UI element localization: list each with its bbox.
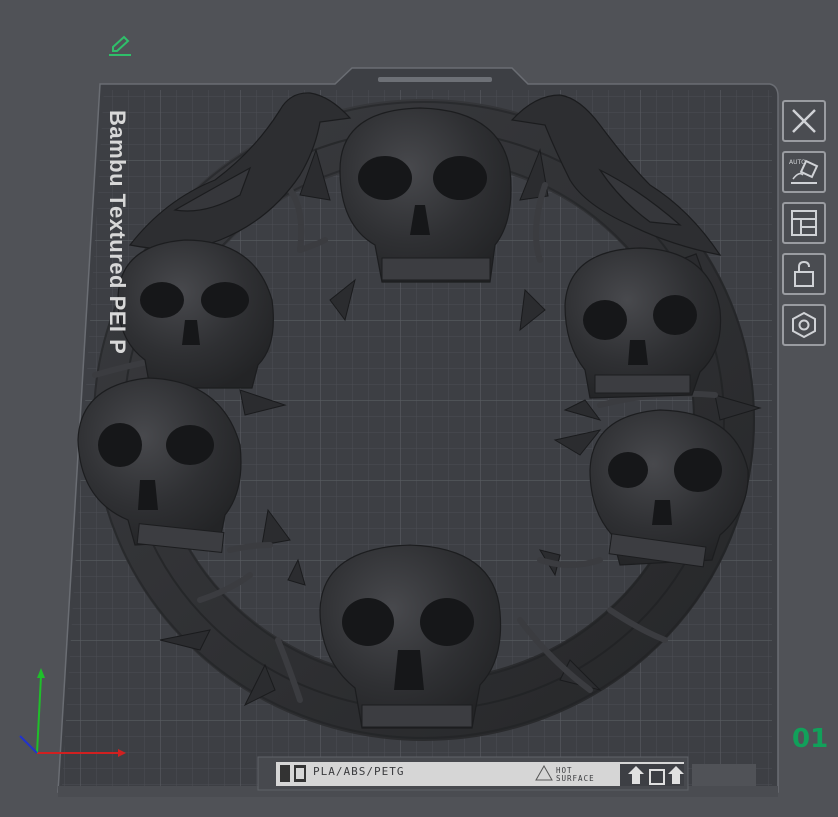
plate-settings-icon	[792, 311, 816, 339]
plate-toolbar: AUTO	[782, 100, 830, 355]
hot-surface-text: HOT SURFACE	[556, 766, 595, 783]
auto-orient-icon: AUTO	[789, 159, 819, 184]
pencil-icon	[109, 35, 131, 56]
bed-materials-text: PLA/ABS/PETG	[313, 765, 405, 778]
3d-viewport[interactable]: Bambu Textured PEI P PLA/ABS/PETG HOT SU…	[0, 0, 838, 817]
auto-orient-button[interactable]: AUTO	[782, 151, 826, 193]
edit-plate-name-button[interactable]	[106, 34, 134, 58]
arrange-button[interactable]	[782, 202, 826, 244]
bed-brand-text: Bambu Textured PEI P	[105, 110, 130, 355]
arrange-icon	[791, 210, 817, 236]
close-icon	[792, 109, 816, 133]
lock-icon	[794, 260, 814, 287]
plate-settings-button[interactable]	[782, 304, 826, 346]
skull-right-upper	[564, 247, 722, 399]
lock-plate-button[interactable]	[782, 253, 826, 295]
remove-plate-button[interactable]	[782, 100, 826, 142]
plate-number-label: 01	[792, 724, 829, 754]
